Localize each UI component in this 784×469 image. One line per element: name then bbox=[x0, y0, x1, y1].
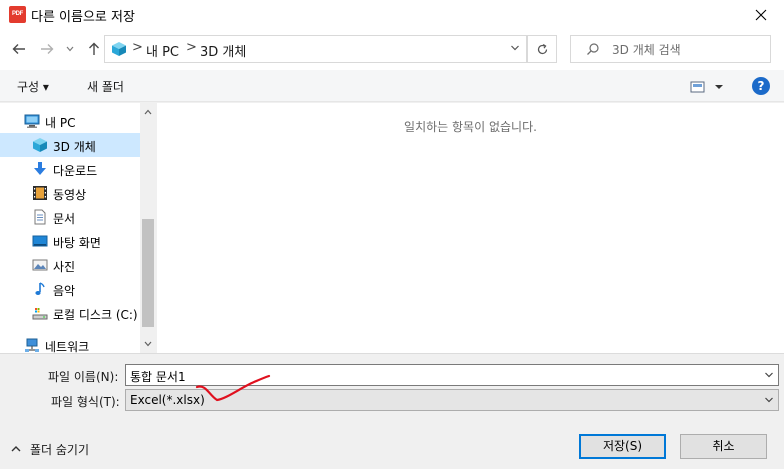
forward-button[interactable] bbox=[36, 38, 58, 60]
network-icon bbox=[25, 338, 39, 352]
filetype-label: 파일 형식(T): bbox=[51, 395, 120, 409]
sidebar-item-music[interactable]: 음악 bbox=[0, 277, 140, 301]
up-button[interactable] bbox=[83, 38, 105, 60]
command-toolbar: 구성 ▾ 새 폴더 bbox=[0, 70, 784, 102]
scrollbar-thumb[interactable] bbox=[142, 219, 154, 327]
up-arrow-icon bbox=[89, 42, 99, 55]
scroll-down-button[interactable] bbox=[141, 337, 155, 351]
breadcrumb-separator: > bbox=[186, 40, 197, 55]
chevron-down-icon bbox=[66, 46, 74, 52]
hide-folders-label: 폴더 숨기기 bbox=[30, 443, 90, 457]
sidebar-item-label: 다운로드 bbox=[53, 164, 98, 178]
sidebar-item-desktop[interactable]: 바탕 화면 bbox=[0, 229, 140, 253]
close-icon bbox=[755, 9, 767, 21]
dialog-title: 다른 이름으로 저장 bbox=[31, 10, 135, 25]
organize-menu-button[interactable]: 구성 ▾ bbox=[17, 78, 49, 95]
sidebar-item-label: 사진 bbox=[53, 260, 76, 274]
sidebar-item-label: 바탕 화면 bbox=[53, 236, 101, 250]
help-button[interactable]: ? bbox=[752, 77, 770, 95]
new-folder-button[interactable]: 새 폴더 bbox=[87, 78, 124, 95]
desktop-icon bbox=[32, 235, 48, 247]
address-history-dropdown[interactable] bbox=[510, 42, 520, 56]
download-icon bbox=[34, 162, 46, 175]
save-button[interactable]: 저장(S) bbox=[579, 434, 666, 459]
back-arrow-icon bbox=[12, 44, 25, 54]
document-icon bbox=[34, 209, 46, 225]
sidebar-item-label: 동영상 bbox=[53, 188, 87, 202]
sidebar-item-label: 로컬 디스크 (C:) bbox=[53, 308, 138, 322]
filename-history-dropdown[interactable] bbox=[764, 369, 774, 383]
refresh-icon bbox=[537, 43, 547, 54]
breadcrumb-this-pc[interactable]: 내 PC bbox=[146, 41, 179, 60]
sidebar-item-documents[interactable]: 문서 bbox=[0, 205, 140, 229]
address-bar[interactable]: > 내 PC > 3D 개체 bbox=[104, 35, 527, 63]
chevron-down-icon bbox=[765, 372, 773, 378]
sidebar-item-local-disk[interactable]: 로컬 디스크 (C:) bbox=[0, 301, 140, 325]
scroll-up-button[interactable] bbox=[141, 105, 155, 119]
close-button[interactable] bbox=[738, 0, 784, 30]
sidebar-item-this-pc[interactable]: 내 PC bbox=[0, 109, 140, 133]
filetype-dropdown-arrow[interactable] bbox=[764, 394, 774, 408]
filetype-dropdown[interactable]: Excel(*.xlsx) bbox=[125, 389, 779, 411]
file-list-pane[interactable]: 일치하는 항목이 없습니다. bbox=[157, 103, 784, 353]
search-icon bbox=[587, 43, 599, 55]
filename-field[interactable]: 통합 문서1 bbox=[125, 364, 779, 386]
change-view-button[interactable] bbox=[690, 80, 726, 94]
sidebar-item-3d-objects[interactable]: 3D 개체 bbox=[0, 133, 140, 157]
chevron-up-icon bbox=[11, 446, 21, 452]
3d-objects-icon bbox=[33, 138, 47, 152]
sidebar-item-network[interactable]: 네트워크 bbox=[0, 333, 140, 353]
navigation-pane: 내 PC 3D 개체 다운로드 동영상 문서 바탕 화면 사진 음악 로컬 디스… bbox=[0, 103, 156, 353]
sidebar-item-label: 내 PC bbox=[45, 116, 76, 130]
filename-label: 파일 이름(N): bbox=[48, 370, 119, 384]
empty-folder-message: 일치하는 항목이 없습니다. bbox=[404, 120, 537, 134]
view-options-icon bbox=[690, 81, 723, 93]
video-icon bbox=[33, 186, 47, 200]
chevron-up-icon bbox=[144, 109, 152, 115]
sidebar-item-label: 3D 개체 bbox=[53, 140, 96, 154]
chevron-down-icon bbox=[144, 341, 152, 347]
pc-icon bbox=[24, 114, 40, 128]
title-bar: PDF 다른 이름으로 저장 bbox=[0, 0, 784, 30]
cancel-button[interactable]: 취소 bbox=[680, 434, 767, 459]
filename-value: 통합 문서1 bbox=[130, 370, 186, 384]
music-icon bbox=[35, 282, 45, 295]
sidebar-item-pictures[interactable]: 사진 bbox=[0, 253, 140, 277]
pdf-app-icon: PDF bbox=[9, 6, 26, 23]
drive-icon bbox=[32, 308, 48, 320]
sidebar-item-label: 문서 bbox=[53, 212, 76, 226]
breadcrumb-separator: > bbox=[132, 40, 143, 55]
sidebar-item-label: 음악 bbox=[53, 284, 76, 298]
refresh-button[interactable] bbox=[527, 35, 557, 63]
recent-locations-button[interactable] bbox=[62, 38, 78, 60]
save-as-dialog: PDF 다른 이름으로 저장 > 내 PC > 3D 개체 3D 개체 검색 구… bbox=[0, 0, 784, 469]
pictures-icon bbox=[32, 259, 48, 271]
back-button[interactable] bbox=[8, 38, 30, 60]
3d-objects-icon bbox=[112, 42, 126, 56]
search-input[interactable]: 3D 개체 검색 bbox=[570, 35, 771, 63]
breadcrumb-3d-objects[interactable]: 3D 개체 bbox=[200, 41, 246, 60]
chevron-down-icon bbox=[765, 397, 773, 403]
filetype-value: Excel(*.xlsx) bbox=[130, 393, 205, 407]
chevron-down-icon bbox=[511, 45, 519, 51]
forward-arrow-icon bbox=[41, 44, 54, 54]
search-placeholder: 3D 개체 검색 bbox=[612, 43, 681, 57]
sidebar-item-videos[interactable]: 동영상 bbox=[0, 181, 140, 205]
sidebar-item-downloads[interactable]: 다운로드 bbox=[0, 157, 140, 181]
sidebar-item-label: 네트워크 bbox=[45, 340, 90, 353]
